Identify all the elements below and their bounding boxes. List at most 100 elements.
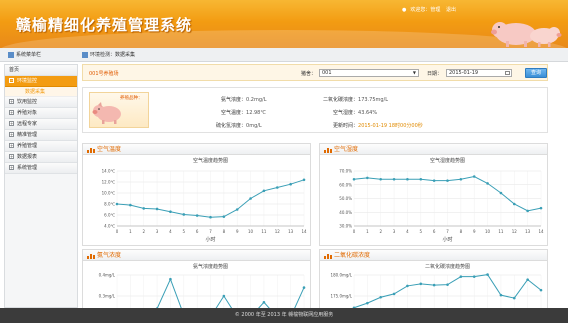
data-point bbox=[499, 191, 503, 195]
x-tick-label: 0 bbox=[353, 229, 356, 234]
x-tick-label: 14 bbox=[301, 229, 307, 234]
data-point bbox=[379, 295, 383, 299]
logout-link[interactable]: 退出 bbox=[446, 7, 456, 13]
y-tick-label: 70.0% bbox=[339, 169, 352, 174]
sidebar-item-label: 养殖对象 bbox=[17, 110, 38, 116]
humidity-panel-title: 空气湿度 bbox=[334, 146, 359, 153]
data-point bbox=[392, 292, 396, 296]
data-point bbox=[486, 182, 489, 185]
co2-chart: 二氧化碳浓度趋势图170.0mg/L175.0mg/L180.0mg/L bbox=[331, 263, 543, 320]
y-tick-label: 0.3mg/L bbox=[99, 294, 116, 299]
data-point bbox=[115, 202, 119, 206]
x-tick-label: 12 bbox=[512, 229, 518, 234]
data-point bbox=[419, 282, 423, 286]
bar-chart-icon bbox=[324, 148, 332, 153]
co2-reading: 二氧化碳浓度：173.75mg/L bbox=[323, 96, 388, 103]
expand-icon: + bbox=[9, 110, 14, 115]
sidebar-item-environment[interactable]: − 环境监控 bbox=[5, 76, 77, 87]
sidebar-item-drinking[interactable]: + 饮用监控 bbox=[5, 97, 77, 108]
air-hum-label: 空气湿度： bbox=[333, 110, 359, 116]
sidebar-item-breeding[interactable]: + 养殖管理 bbox=[5, 141, 77, 152]
pig-icon bbox=[92, 102, 121, 124]
breadcrumb-label: 环境检测：数据采集 bbox=[90, 52, 136, 58]
sidebar-item-expert[interactable]: + 远程专家 bbox=[5, 119, 77, 130]
sidebar-item-home[interactable]: 首页 bbox=[5, 65, 77, 76]
data-point bbox=[302, 178, 306, 182]
data-point bbox=[446, 283, 449, 286]
sidebar-item-system[interactable]: + 系统管理 bbox=[5, 163, 77, 174]
expand-icon: + bbox=[9, 121, 14, 126]
x-tick-label: 4 bbox=[406, 229, 409, 234]
user-bar: ● 欢迎您：管理 退出 bbox=[402, 6, 460, 13]
data-point bbox=[486, 273, 489, 276]
x-tick-label: 10 bbox=[485, 229, 491, 234]
ammonia-panel-title: 氨气浓度 bbox=[97, 252, 122, 259]
data-point bbox=[499, 293, 503, 297]
sidebar-subitem-data-collection[interactable]: 数据采集 bbox=[5, 87, 77, 97]
data-point bbox=[406, 177, 409, 181]
chart-title: 氨气浓度趋势图 bbox=[193, 263, 228, 270]
chevron-down-icon: ▼ bbox=[412, 70, 416, 75]
update-time: 更新时间：2015-01-19 18时00分00秒 bbox=[333, 122, 423, 129]
x-tick-label: 2 bbox=[379, 229, 382, 234]
y-tick-label: 30.0% bbox=[339, 224, 352, 229]
data-point bbox=[512, 296, 516, 300]
x-tick-label: 5 bbox=[183, 229, 186, 234]
temp-chart: 空气温度趋势图4.0℃6.0℃8.0℃10.0℃12.0℃14.0℃0 1 2 3 4 5… bbox=[102, 157, 307, 243]
data-point bbox=[526, 209, 529, 213]
farm-name: 001号养殖场 bbox=[89, 71, 119, 77]
sidebar-item-label: 饮用监控 bbox=[17, 99, 38, 105]
co2-panel-head: 二氧化碳浓度 bbox=[320, 250, 547, 261]
house-select[interactable]: 001 ▼ bbox=[319, 69, 419, 77]
expand-icon: + bbox=[9, 165, 14, 170]
calendar-icon[interactable] bbox=[505, 71, 510, 75]
x-tick-label: 9 bbox=[236, 229, 239, 234]
y-tick-label: 0.4mg/L bbox=[99, 273, 116, 278]
data-point bbox=[459, 177, 463, 181]
sidebar-item-precision[interactable]: + 精准管理 bbox=[5, 130, 77, 141]
x-axis-label: 小时 bbox=[205, 236, 215, 243]
x-tick-label: 3 bbox=[156, 229, 159, 234]
temp-panel-title: 空气温度 bbox=[97, 146, 122, 153]
data-point bbox=[472, 275, 476, 278]
data-point bbox=[222, 215, 226, 218]
data-point bbox=[459, 275, 463, 278]
x-tick-label: 4 bbox=[169, 229, 172, 234]
sidebar-item-label: 数据报表 bbox=[17, 154, 38, 160]
data-point bbox=[155, 207, 159, 211]
x-tick-label: 1 bbox=[129, 229, 132, 234]
co2-panel-title: 二氧化碳浓度 bbox=[334, 252, 371, 259]
y-tick-label: 4.0℃ bbox=[104, 224, 115, 229]
data-point bbox=[129, 203, 132, 207]
co2-chart-panel: 二氧化碳浓度 二氧化碳浓度趋势图170.0mg/L175.0mg/L180.0m… bbox=[319, 249, 548, 320]
query-button[interactable]: 查询 bbox=[525, 68, 547, 78]
date-input-value: 2015-01-19 bbox=[449, 70, 479, 76]
chart-title: 空气湿度趋势图 bbox=[430, 157, 465, 164]
y-tick-label: 10.0℃ bbox=[102, 191, 116, 196]
y-tick-label: 60.0% bbox=[339, 182, 352, 187]
y-tick-label: 40.0% bbox=[339, 210, 352, 215]
chart-title: 二氧化碳浓度趋势图 bbox=[425, 263, 470, 270]
data-point bbox=[512, 202, 516, 206]
data-point bbox=[366, 176, 369, 180]
date-input[interactable]: 2015-01-19 bbox=[446, 69, 512, 77]
y-tick-label: 14.0℃ bbox=[102, 169, 116, 174]
y-tick-label: 180.0mg/L bbox=[331, 273, 353, 278]
x-tick-label: 5 bbox=[420, 229, 423, 234]
x-tick-label: 10 bbox=[248, 229, 254, 234]
user-welcome: 欢迎您：管理 bbox=[410, 7, 441, 13]
sidebar-item-label: 养殖管理 bbox=[17, 143, 38, 149]
air-hum-value: 43.64% bbox=[358, 110, 378, 116]
bar-chart-icon bbox=[87, 148, 95, 153]
pig-illustration-icon bbox=[491, 22, 562, 47]
sidebar-item-reports[interactable]: + 数据报表 bbox=[5, 152, 77, 163]
sidebar-item-livestock[interactable]: + 养殖对象 bbox=[5, 108, 77, 119]
sidebar-item-label: 精准管理 bbox=[17, 132, 38, 138]
sidebar-item-label: 首页 bbox=[9, 67, 20, 73]
temp-panel-head: 空气温度 bbox=[83, 144, 310, 155]
x-tick-label: 0 bbox=[116, 229, 119, 234]
bar-chart-icon bbox=[87, 254, 95, 259]
data-point bbox=[379, 177, 383, 181]
y-tick-label: 6.0℃ bbox=[104, 213, 115, 218]
data-point bbox=[446, 179, 449, 182]
